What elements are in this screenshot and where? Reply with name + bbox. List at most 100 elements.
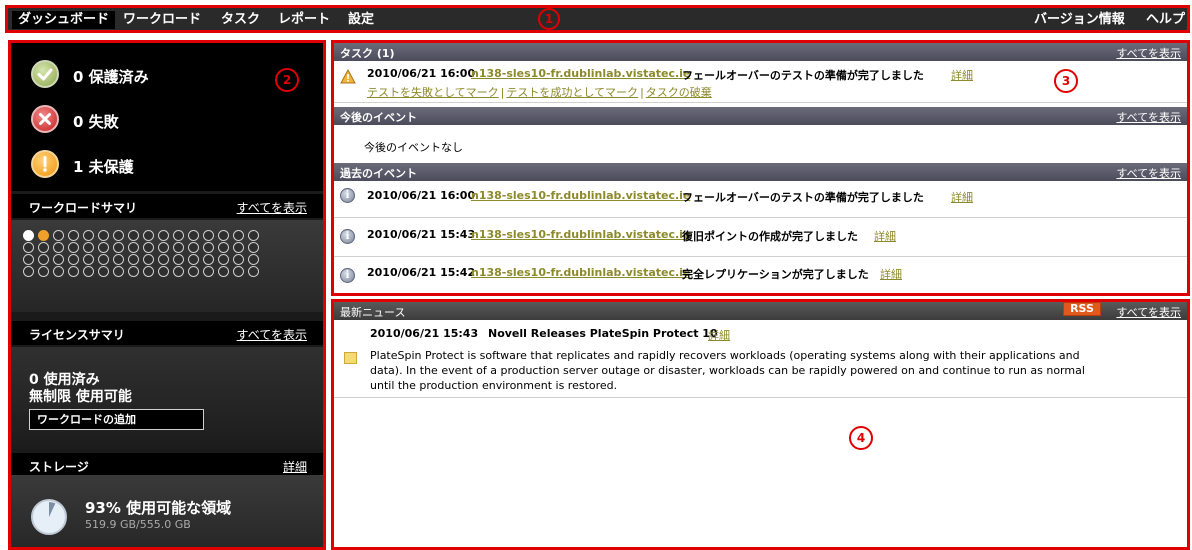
workload-status-dot[interactable] — [233, 254, 244, 265]
info-icon: i — [340, 268, 355, 283]
workload-status-dot[interactable] — [173, 230, 184, 241]
workload-status-dot[interactable] — [53, 230, 64, 241]
workload-status-dot[interactable] — [23, 230, 34, 241]
callout-4: 4 — [849, 426, 873, 450]
workload-status-dot[interactable] — [68, 266, 79, 277]
task-host-link[interactable]: n138-sles10-fr.dublinlab.vistatec.ie — [471, 67, 690, 80]
workload-status-dot[interactable] — [233, 230, 244, 241]
workload-status-dot[interactable] — [188, 230, 199, 241]
workload-status-dot[interactable] — [143, 266, 154, 277]
mark-test-succeeded-link[interactable]: テストを成功としてマーク — [506, 86, 638, 99]
nav-report[interactable]: レポート — [278, 11, 330, 29]
news-details-link[interactable]: 詳細 — [708, 327, 730, 343]
task-time: 2010/06/21 16:00 — [367, 67, 476, 80]
workload-status-dot[interactable] — [113, 266, 124, 277]
workload-status-dot[interactable] — [158, 254, 169, 265]
past-event-row: i 2010/06/21 15:43 n138-sles10-fr.dublin… — [334, 219, 1187, 257]
workload-status-dot[interactable] — [143, 230, 154, 241]
workload-status-dot[interactable] — [218, 230, 229, 241]
workload-status-dot[interactable] — [98, 266, 109, 277]
workload-status-dot[interactable] — [248, 242, 259, 253]
nav-dashboard[interactable]: ダッシュボード — [12, 11, 116, 29]
event-message: フェールオーバーのテストの準備が完了しました — [682, 191, 924, 204]
workload-status-dot[interactable] — [128, 254, 139, 265]
event-details-link[interactable]: 詳細 — [874, 228, 896, 244]
news-view-all-link[interactable]: すべてを表示 — [1116, 304, 1181, 320]
nav-settings[interactable]: 設定 — [348, 11, 374, 29]
workload-status-dot[interactable] — [218, 254, 229, 265]
workload-status-dot[interactable] — [83, 242, 94, 253]
mark-test-failed-link[interactable]: テストを失敗としてマーク — [367, 86, 499, 99]
discard-task-link[interactable]: タスクの破棄 — [646, 86, 712, 99]
workload-status-dot[interactable] — [128, 266, 139, 277]
workload-status-dot[interactable] — [188, 266, 199, 277]
workload-status-dot[interactable] — [98, 254, 109, 265]
past-events-view-all-link[interactable]: すべてを表示 — [1116, 165, 1181, 181]
workload-status-dot[interactable] — [173, 266, 184, 277]
workload-status-dot[interactable] — [203, 242, 214, 253]
workload-summary-view-all-link[interactable]: すべてを表示 — [237, 199, 307, 216]
nav-help[interactable]: ヘルプ — [1146, 11, 1185, 29]
workload-status-dot[interactable] — [23, 242, 34, 253]
event-time: 2010/06/21 16:00 — [367, 189, 476, 202]
license-summary-view-all-link[interactable]: すべてを表示 — [237, 326, 307, 343]
workload-status-dot[interactable] — [203, 230, 214, 241]
workload-status-dot[interactable] — [98, 242, 109, 253]
news-headline: Novell Releases PlateSpin Protect 10 — [488, 327, 718, 340]
workload-status-dot[interactable] — [113, 254, 124, 265]
workload-status-dot[interactable] — [38, 254, 49, 265]
workload-status-dot[interactable] — [248, 266, 259, 277]
event-host-link[interactable]: n138-sles10-fr.dublinlab.vistatec.ie — [471, 228, 690, 241]
event-host-link[interactable]: n138-sles10-fr.dublinlab.vistatec.ie — [471, 266, 690, 279]
workload-status-dot[interactable] — [38, 242, 49, 253]
workload-status-dot[interactable] — [128, 230, 139, 241]
workload-status-dot[interactable] — [158, 266, 169, 277]
workload-status-dot[interactable] — [68, 254, 79, 265]
workload-status-dot[interactable] — [143, 242, 154, 253]
past-events-title: 過去のイベント — [340, 167, 417, 180]
workload-status-dot[interactable] — [203, 266, 214, 277]
workload-status-dot[interactable] — [38, 266, 49, 277]
workload-status-dot[interactable] — [38, 230, 49, 241]
workload-status-dot[interactable] — [128, 242, 139, 253]
workload-status-dot[interactable] — [83, 230, 94, 241]
workload-status-dot[interactable] — [248, 254, 259, 265]
workload-status-dot[interactable] — [158, 230, 169, 241]
workload-status-dot[interactable] — [53, 254, 64, 265]
workload-status-dot[interactable] — [98, 230, 109, 241]
nav-task[interactable]: タスク — [221, 11, 260, 29]
workload-status-dot[interactable] — [158, 242, 169, 253]
rss-button[interactable]: RSS — [1063, 302, 1101, 316]
nav-version-info[interactable]: バージョン情報 — [1034, 11, 1125, 29]
tasks-view-all-link[interactable]: すべてを表示 — [1116, 45, 1181, 61]
workload-status-dot[interactable] — [113, 242, 124, 253]
workload-status-dot[interactable] — [143, 254, 154, 265]
workload-status-dot[interactable] — [233, 242, 244, 253]
task-details-link[interactable]: 詳細 — [951, 67, 973, 83]
workload-status-dot[interactable] — [68, 230, 79, 241]
workload-status-dot[interactable] — [233, 266, 244, 277]
workload-status-dot[interactable] — [83, 254, 94, 265]
workload-status-dot[interactable] — [188, 242, 199, 253]
event-host-link[interactable]: n138-sles10-fr.dublinlab.vistatec.ie — [471, 189, 690, 202]
storage-details-link[interactable]: 詳細 — [283, 458, 307, 475]
workload-status-dot[interactable] — [113, 230, 124, 241]
workload-status-dot[interactable] — [83, 266, 94, 277]
workload-status-dot[interactable] — [218, 242, 229, 253]
workload-status-dot[interactable] — [53, 266, 64, 277]
workload-status-dot[interactable] — [68, 242, 79, 253]
workload-status-dot[interactable] — [23, 266, 34, 277]
workload-status-dot[interactable] — [188, 254, 199, 265]
event-details-link[interactable]: 詳細 — [880, 266, 902, 282]
upcoming-events-view-all-link[interactable]: すべてを表示 — [1116, 109, 1181, 125]
workload-status-dot[interactable] — [23, 254, 34, 265]
nav-workload[interactable]: ワークロード — [123, 11, 201, 29]
event-details-link[interactable]: 詳細 — [951, 189, 973, 205]
workload-status-dot[interactable] — [218, 266, 229, 277]
workload-status-dot[interactable] — [203, 254, 214, 265]
add-workload-button[interactable]: ワークロードの追加 — [29, 409, 204, 430]
workload-status-dot[interactable] — [173, 254, 184, 265]
workload-status-dot[interactable] — [173, 242, 184, 253]
workload-status-dot[interactable] — [248, 230, 259, 241]
workload-status-dot[interactable] — [53, 242, 64, 253]
